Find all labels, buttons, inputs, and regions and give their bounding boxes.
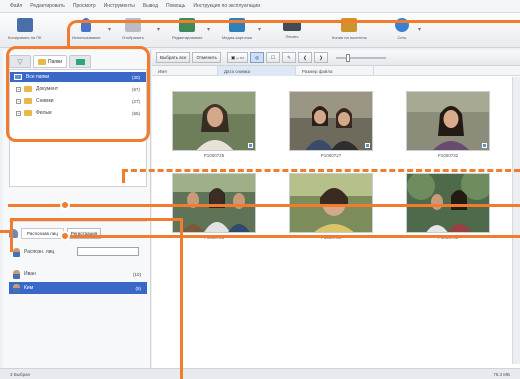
main-area: Выбрать все Отменить ▣↔▭ ◎ ☐ ✎ ❮ ❯ Имя Д… [152, 50, 520, 368]
person-count: (10) [132, 271, 141, 277]
selection-status: 3 Выбран [10, 371, 31, 377]
thumbnail-caption: P1000727 [320, 153, 342, 158]
zoom-slider[interactable] [336, 53, 387, 62]
callout-divider-dash [122, 169, 520, 172]
person-icon [13, 247, 20, 257]
thumbnail-caption: P1000732 [437, 153, 459, 158]
thumbnail-item[interactable]: P1000727 [289, 91, 373, 161]
callout-line-down [180, 218, 183, 379]
size-status: 75.3 МБ [493, 371, 510, 377]
person-label: Иван [24, 271, 36, 277]
column-headers: Имя Дата снимка Размер файла [152, 66, 520, 76]
zoom-slider-thumb[interactable] [346, 53, 351, 62]
menu-manual[interactable]: Инструкция по эксплуатации [193, 3, 260, 9]
import-icon [16, 18, 33, 32]
thumbnail-item[interactable]: P1000732 [406, 91, 490, 161]
photo-thumbnail [406, 91, 490, 151]
column-name[interactable]: Имя [152, 66, 218, 76]
person-icon [13, 269, 20, 279]
thumbnail-item[interactable]: P1000734 [289, 173, 373, 243]
thumbnail-view-button[interactable]: ◎ [250, 52, 265, 63]
selected-badge-icon [365, 143, 370, 148]
select-all-button[interactable]: Выбрать все [156, 52, 191, 63]
tag-button[interactable]: ✎ [282, 52, 297, 63]
menu-bar: Файл Редактировать Просмотр Инструменты … [0, 0, 520, 13]
callout-bracket-top [10, 218, 182, 221]
frame-view-button[interactable]: ☐ [266, 52, 281, 63]
thumbnail-item[interactable]: P1000735 [406, 173, 490, 243]
thumbnail-grid: P1000725 P1000727 P1000732 [152, 77, 520, 337]
person-item-ivan[interactable]: Иван (10) [9, 268, 147, 280]
menu-help[interactable]: Помощь [166, 3, 185, 9]
menu-output[interactable]: Вывод [143, 3, 158, 9]
callout-folders-box [6, 46, 150, 142]
next-button[interactable]: ❯ [314, 52, 329, 63]
face-recognition-tab[interactable]: Распознав.лиц [21, 227, 64, 239]
callout-dot-person [60, 200, 70, 210]
person-count: (5) [135, 285, 142, 291]
column-size[interactable]: Размер файла [296, 66, 374, 76]
callout-divider-tick [122, 169, 125, 183]
menu-edit[interactable]: Редактировать [30, 3, 65, 9]
photo-thumbnail [289, 173, 373, 233]
photo-thumbnail [172, 173, 256, 233]
app-window: Файл Редактировать Просмотр Инструменты … [0, 0, 520, 379]
menu-view[interactable]: Просмотр [73, 3, 96, 9]
photo-thumbnail [289, 91, 373, 151]
person-item-recognized[interactable]: Распозн. лиц [9, 246, 147, 258]
person-list: Распозн. лиц Иван (10) Ким (5) [9, 244, 147, 324]
menu-tools[interactable]: Инструменты [104, 3, 135, 9]
callout-line-kim [62, 235, 520, 238]
column-date[interactable]: Дата снимка [218, 66, 296, 76]
person-name-field[interactable] [77, 247, 139, 256]
thumbnail-caption: P1000725 [203, 153, 225, 158]
callout-dot-kim [60, 231, 70, 241]
photo-thumbnail [172, 91, 256, 151]
callout-bracket-left [10, 218, 13, 252]
deselect-button[interactable]: Отменить [192, 52, 222, 63]
status-bar: 3 Выбран 75.3 МБ [0, 368, 520, 379]
callout-line-person [8, 204, 520, 207]
selected-badge-icon [482, 143, 487, 148]
prev-button[interactable]: ❮ [298, 52, 313, 63]
view-mode-button[interactable]: ▣↔▭ [227, 52, 249, 63]
thumbnail-item[interactable]: P1000725 [172, 91, 256, 161]
callout-toolbar-box [67, 20, 520, 46]
vertical-scrollbar[interactable] [512, 77, 520, 364]
callout-bracket-stub [0, 230, 10, 233]
person-label: Ким [24, 285, 34, 291]
person-label: Распозн. лиц [24, 249, 55, 255]
selected-badge-icon [248, 143, 253, 148]
photo-thumbnail [406, 173, 490, 233]
person-item-kim[interactable]: Ким (5) [9, 282, 147, 294]
import-label: Копировать на ПК [8, 35, 42, 40]
thumbnail-item[interactable]: P1000728 [172, 173, 256, 243]
person-icon [13, 283, 20, 293]
view-toolbar: Выбрать все Отменить ▣↔▭ ◎ ☐ ✎ ❮ ❯ [152, 50, 520, 66]
menu-file[interactable]: Файл [10, 3, 22, 9]
import-button[interactable]: Копировать на ПК [8, 16, 41, 46]
